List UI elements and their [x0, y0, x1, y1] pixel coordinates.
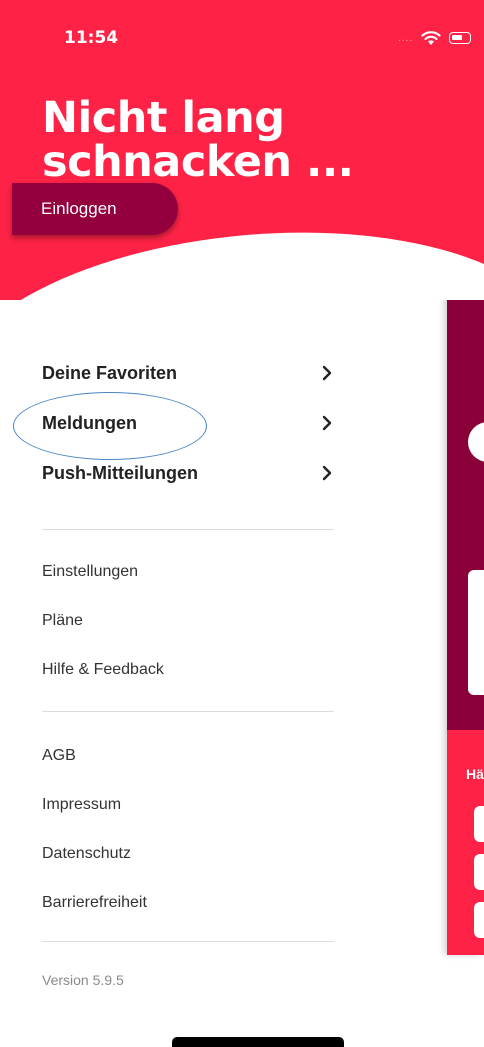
- menu-item-favorites[interactable]: Deine Favoriten: [42, 348, 334, 398]
- secondary-menu: Einstellungen Pläne Hilfe & Feedback: [42, 547, 334, 694]
- version-label: Version 5.9.5: [42, 972, 124, 988]
- menu-item-label: Push-Mitteilungen: [42, 462, 198, 483]
- background-white-card: [468, 570, 484, 695]
- menu-divider: [42, 529, 334, 530]
- menu-item-barrierefreiheit[interactable]: Barrierefreiheit: [42, 878, 334, 927]
- battery-icon: [449, 32, 472, 44]
- menu-item-label: Deine Favoriten: [42, 362, 178, 383]
- menu-item-plans[interactable]: Pläne: [42, 596, 334, 645]
- background-partial-heading: Hä: [466, 766, 484, 782]
- chevron-right-icon: [322, 365, 332, 381]
- drawer-title: Nicht lang schnacken ...: [42, 96, 354, 184]
- background-chip: [474, 854, 484, 890]
- chevron-right-icon: [322, 465, 332, 481]
- annotation-ellipse: [13, 392, 207, 460]
- signal-icon: ....: [398, 32, 414, 44]
- wifi-icon: [421, 31, 441, 45]
- menu-item-help-feedback[interactable]: Hilfe & Feedback: [42, 645, 334, 694]
- status-icons: ....: [398, 30, 472, 46]
- drawer-header: 11:54 .... Nicht lang schnacken ...: [0, 0, 484, 300]
- legal-menu: AGB Impressum Datenschutz Barrierefreihe…: [42, 731, 334, 927]
- status-time: 11:54: [64, 28, 119, 48]
- menu-divider: [42, 941, 334, 942]
- title-line-2: schnacken ...: [42, 137, 354, 187]
- home-indicator[interactable]: [172, 1037, 344, 1047]
- title-line-1: Nicht lang: [42, 93, 285, 143]
- menu-item-datenschutz[interactable]: Datenschutz: [42, 829, 334, 878]
- background-chip: [474, 806, 484, 842]
- menu-item-settings[interactable]: Einstellungen: [42, 547, 334, 596]
- menu-item-agb[interactable]: AGB: [42, 731, 334, 780]
- login-button[interactable]: Einloggen: [12, 183, 178, 235]
- menu-item-impressum[interactable]: Impressum: [42, 780, 334, 829]
- chevron-right-icon: [322, 415, 332, 431]
- menu-divider: [42, 711, 334, 712]
- background-chip: [474, 902, 484, 938]
